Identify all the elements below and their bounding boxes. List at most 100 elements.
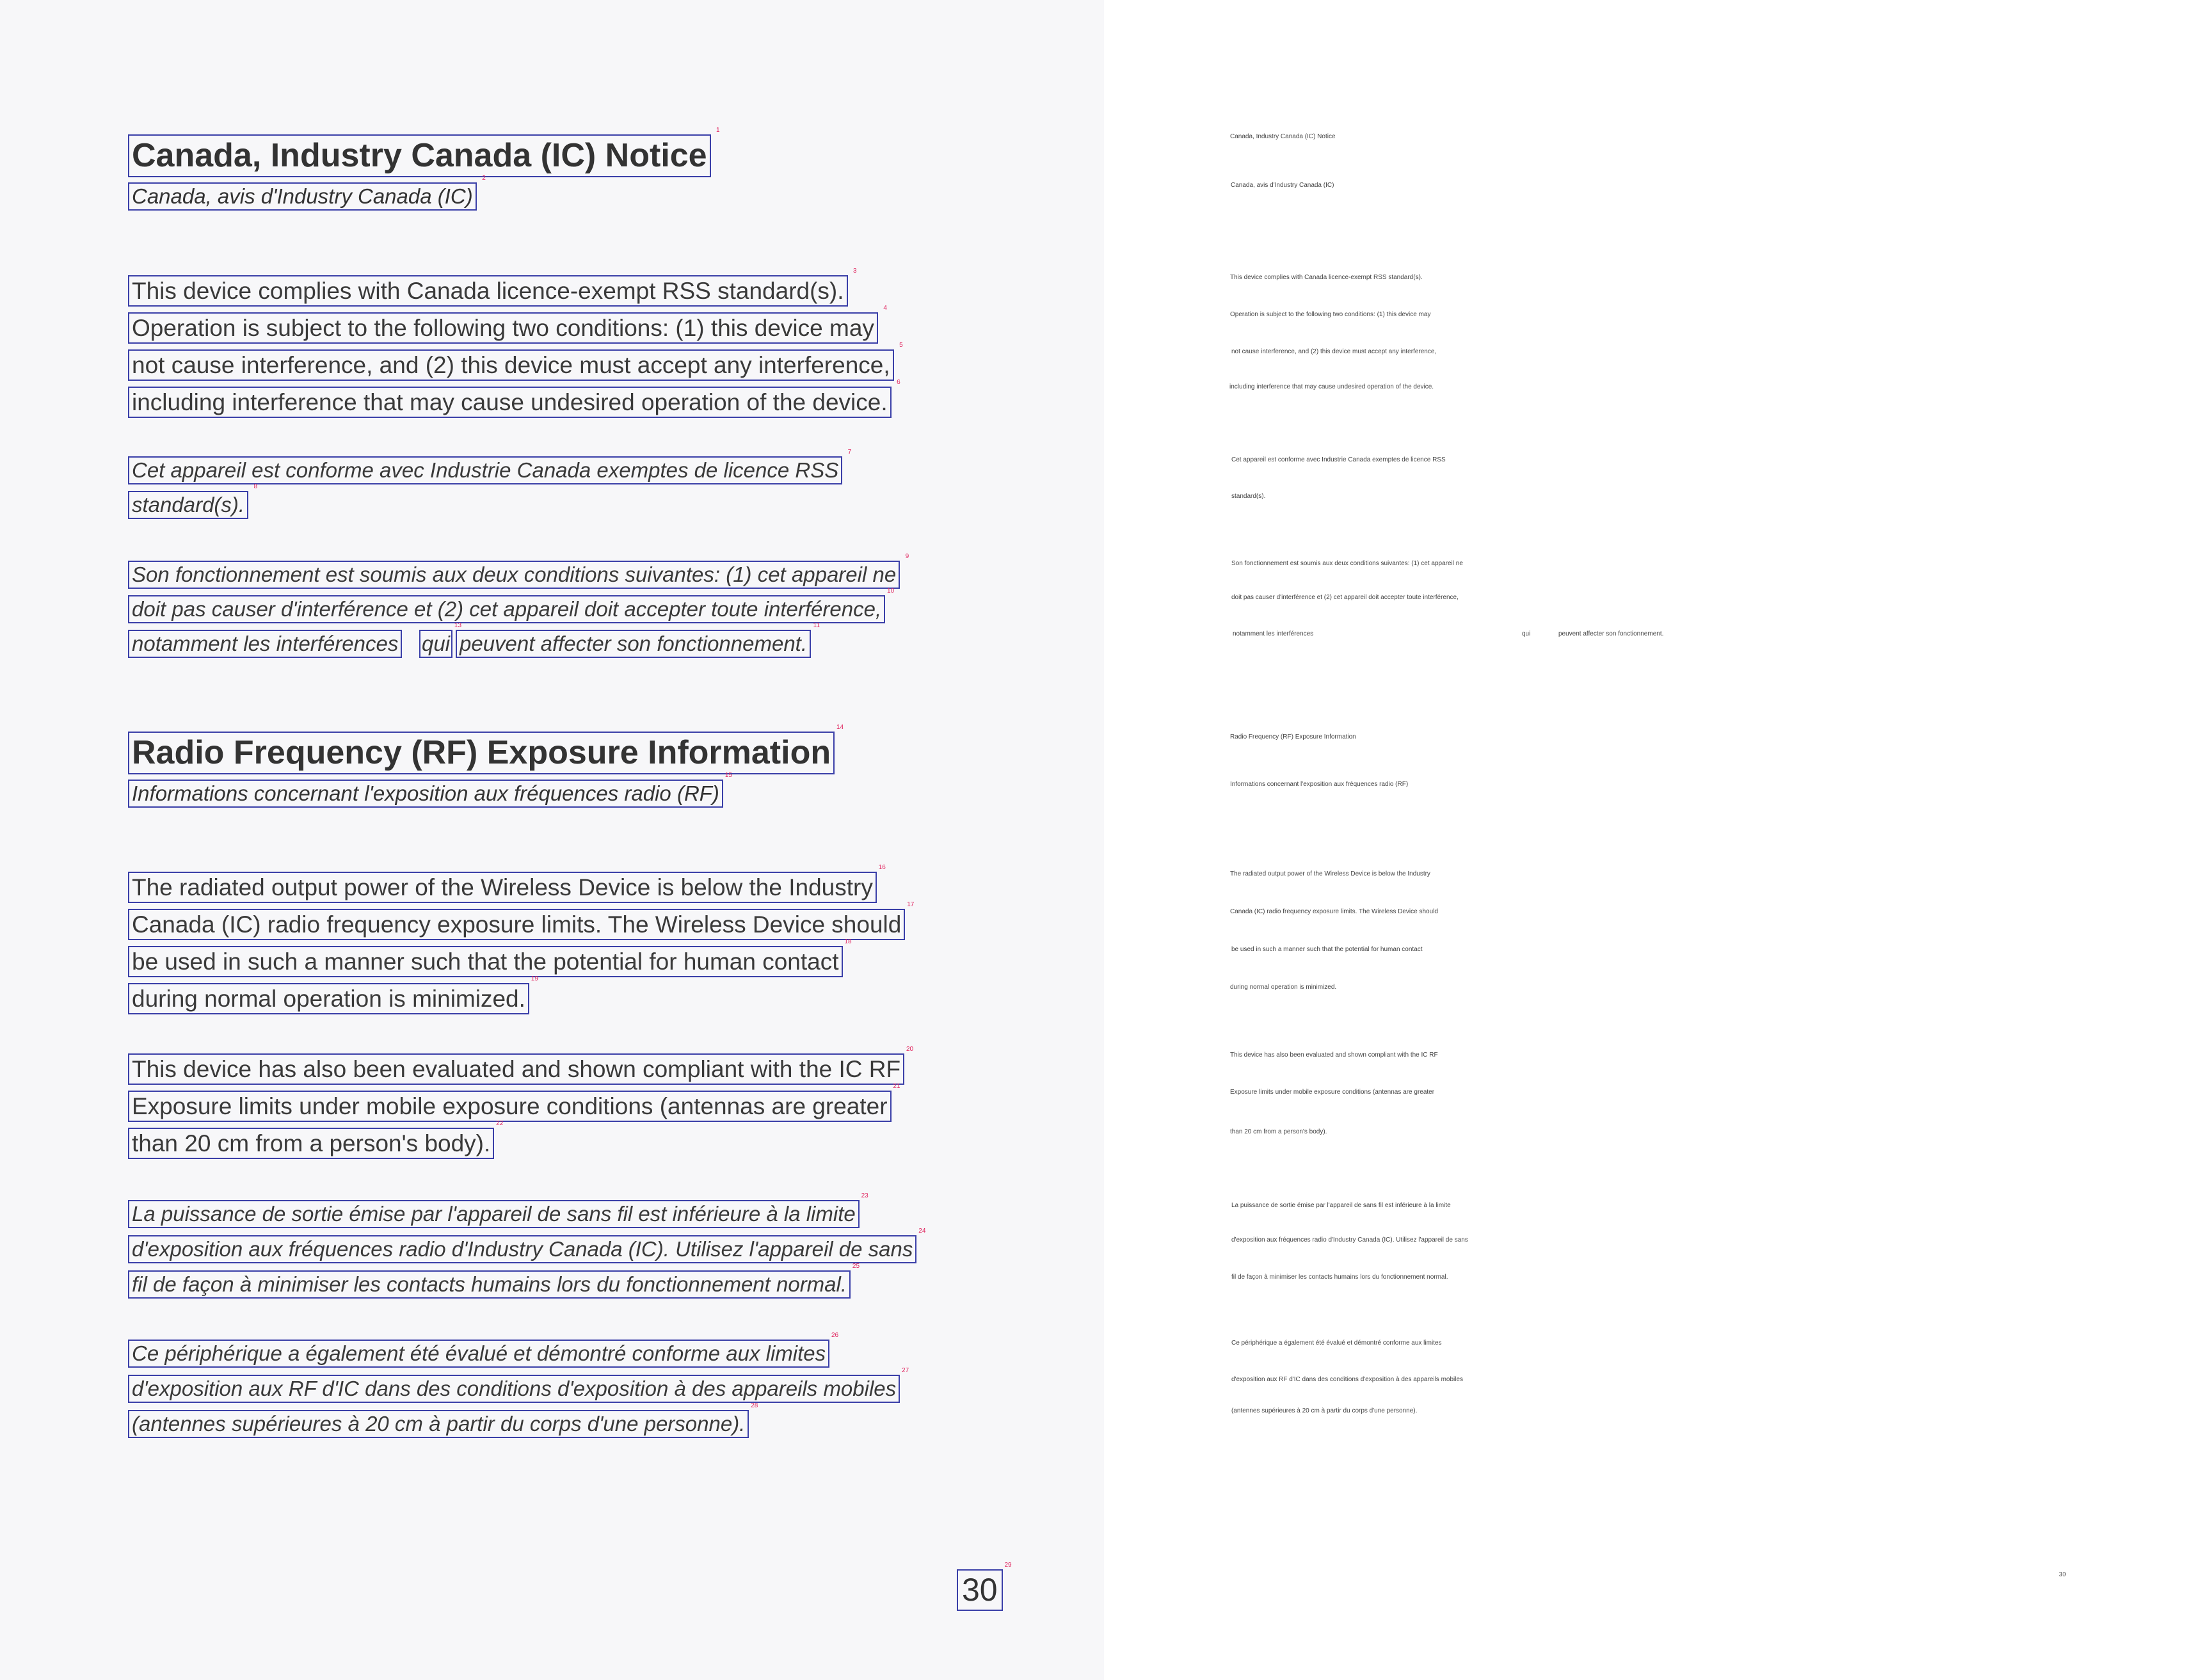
extracted-line: La puissance de sortie émise par l'appar… — [1231, 1202, 1451, 1209]
text-line: Exposure limits under mobile exposure co… — [128, 1083, 900, 1123]
box-index: 13 — [454, 622, 462, 629]
box-index: 17 — [907, 901, 915, 908]
text-line-content: d'exposition aux fréquences radio d'Indu… — [132, 1237, 913, 1261]
extracted-line: The radiated output power of the Wireles… — [1230, 870, 1430, 877]
text-line-content: standard(s). — [132, 493, 245, 516]
box-index: 21 — [893, 1083, 900, 1090]
box-index: 20 — [906, 1046, 914, 1053]
extracted-line: d'exposition aux RF d'IC dans des condit… — [1231, 1376, 1464, 1383]
extracted-line: Exposure limits under mobile exposure co… — [1230, 1089, 1435, 1096]
text-line: This device has also been evaluated and … — [128, 1046, 913, 1085]
extracted-line: Informations concernant l'exposition aux… — [1230, 781, 1409, 788]
extracted-line: standard(s). — [1231, 493, 1266, 500]
text-line-content: Canada (IC) radio frequency exposure lim… — [132, 911, 902, 938]
notice-heading: Canada, Industry Canada (IC) Notice 1 — [128, 127, 720, 178]
text-line-fr: Ce périphérique a également été évalué e… — [128, 1332, 838, 1368]
text-line-content: notamment les interférences — [132, 632, 399, 655]
rf-heading: Radio Frequency (RF) Exposure Informatio… — [128, 724, 844, 775]
text-line-content: Operation is subject to the following tw… — [132, 315, 874, 341]
box-index: 29 — [1004, 1562, 1012, 1569]
text-line-content: be used in such a manner such that the p… — [132, 948, 839, 975]
text-line-content: This device has also been evaluated and … — [132, 1056, 901, 1082]
box-index: 1 — [716, 127, 720, 134]
extracted-line: qui — [1522, 630, 1531, 637]
text-line-content: Exposure limits under mobile exposure co… — [132, 1093, 888, 1119]
box-index: 25 — [852, 1263, 860, 1270]
text-line-fr: (antennes supérieures à 20 cm à partir d… — [128, 1402, 758, 1439]
text-line-content: La puissance de sortie émise par l'appar… — [132, 1202, 856, 1226]
box-index: 2 — [482, 175, 486, 182]
box-index: 27 — [902, 1367, 909, 1374]
text-line-content: (antennes supérieures à 20 cm à partir d… — [132, 1412, 746, 1436]
extracted-line: fil de façon à minimiser les contacts hu… — [1231, 1274, 1448, 1281]
text-line-fr: fil de façon à minimiser les contacts hu… — [128, 1263, 860, 1299]
text-line-content: d'exposition aux RF d'IC dans des condit… — [132, 1377, 897, 1400]
extracted-line: d'exposition aux fréquences radio d'Indu… — [1231, 1236, 1468, 1244]
extracted-line: during normal operation is minimized. — [1230, 984, 1337, 991]
text-line: be used in such a manner such that the p… — [128, 938, 852, 978]
box-index: 4 — [883, 305, 887, 312]
box-index: 16 — [878, 864, 886, 871]
extracted-text-panel: Canada, Industry Canada (IC) Notice Cana… — [1104, 0, 2208, 1680]
extracted-line: Canada, avis d'Industry Canada (IC) — [1231, 182, 1334, 189]
text-line-content: Cet appareil est conforme avec Industrie… — [132, 458, 839, 482]
notice-heading-fr: Canada, avis d'Industry Canada (IC) 2 — [128, 175, 486, 211]
text-line: including interference that may cause un… — [128, 379, 900, 419]
notice-heading-fr-text: Canada, avis d'Industry Canada (IC) — [132, 184, 473, 208]
extracted-line: not cause interference, and (2) this dev… — [1231, 348, 1437, 355]
box-index: 18 — [844, 938, 852, 945]
box-index: 7 — [847, 449, 852, 456]
text-line-content: Son fonctionnement est soumis aux deux c… — [132, 563, 897, 586]
extracted-line: including interference that may cause un… — [1229, 383, 1434, 390]
text-line-content: during normal operation is minimized. — [132, 986, 525, 1012]
extracted-line: be used in such a manner such that the p… — [1231, 946, 1423, 953]
extracted-line: (antennes supérieures à 20 cm à partir d… — [1231, 1407, 1418, 1414]
extracted-line: notamment les interférences — [1233, 630, 1314, 637]
text-segment-fr: qui 13 — [419, 622, 461, 659]
extracted-line: peuvent affecter son fonctionnement. — [1558, 630, 1664, 637]
extracted-line: This device complies with Canada licence… — [1230, 274, 1423, 281]
box-index: 24 — [918, 1228, 926, 1235]
extracted-line: Cet appareil est conforme avec Industrie… — [1231, 456, 1446, 463]
box-index: 6 — [897, 379, 900, 386]
text-line: This device complies with Canada licence… — [128, 268, 857, 307]
extracted-page-number: 30 — [2059, 1571, 2067, 1578]
text-line-content: This device complies with Canada licence… — [132, 278, 844, 304]
text-line: not cause interference, and (2) this dev… — [128, 342, 903, 381]
text-line-content: than 20 cm from a person's body). — [132, 1130, 491, 1156]
text-segment-fr: peuvent affecter son fonctionnement. 11 — [456, 622, 820, 659]
extracted-line: Radio Frequency (RF) Exposure Informatio… — [1230, 733, 1356, 740]
box-index: 22 — [496, 1120, 504, 1127]
text-line-fr: Cet appareil est conforme avec Industrie… — [128, 449, 851, 485]
text-line-fr: d'exposition aux fréquences radio d'Indu… — [128, 1228, 925, 1264]
extracted-line: Son fonctionnement est soumis aux deux c… — [1231, 560, 1463, 567]
box-index: 14 — [836, 724, 844, 731]
box-index: 8 — [253, 483, 258, 490]
text-line: The radiated output power of the Wireles… — [128, 864, 886, 904]
extracted-line: Operation is subject to the following tw… — [1230, 311, 1431, 318]
text-line-content: including interference that may cause un… — [132, 389, 888, 415]
text-line-content: fil de façon à minimiser les contacts hu… — [132, 1272, 847, 1296]
rf-heading-fr: Informations concernant l'exposition aux… — [128, 772, 732, 808]
text-segment-fr: notamment les interférences — [128, 630, 403, 659]
text-line: during normal operation is minimized. 19 — [128, 975, 538, 1015]
text-line: Canada (IC) radio frequency exposure lim… — [128, 901, 914, 941]
extracted-line: This device has also been evaluated and … — [1230, 1052, 1438, 1059]
text-line-content: peuvent affecter son fonctionnement. — [460, 632, 808, 655]
notice-heading-text: Canada, Industry Canada (IC) Notice — [132, 137, 707, 174]
box-index: 9 — [905, 553, 909, 560]
box-index: 19 — [531, 975, 538, 982]
text-line-fr: standard(s). 8 — [128, 483, 257, 520]
extracted-line: Canada (IC) radio frequency exposure lim… — [1230, 908, 1438, 915]
box-index: 10 — [887, 588, 895, 595]
text-line-content: qui — [422, 632, 451, 655]
text-line-content: The radiated output power of the Wireles… — [132, 874, 873, 900]
text-line: Operation is subject to the following tw… — [128, 305, 887, 344]
original-page-panel: Canada, Industry Canada (IC) Notice 1 Can… — [0, 0, 1104, 1680]
box-index: 15 — [724, 772, 732, 779]
rf-heading-text: Radio Frequency (RF) Exposure Informatio… — [132, 734, 831, 771]
text-line-fr: Son fonctionnement est soumis aux deux c… — [128, 553, 909, 589]
box-index: 3 — [852, 268, 857, 275]
text-line: than 20 cm from a person's body). 22 — [128, 1120, 503, 1160]
box-index: 23 — [861, 1192, 868, 1199]
